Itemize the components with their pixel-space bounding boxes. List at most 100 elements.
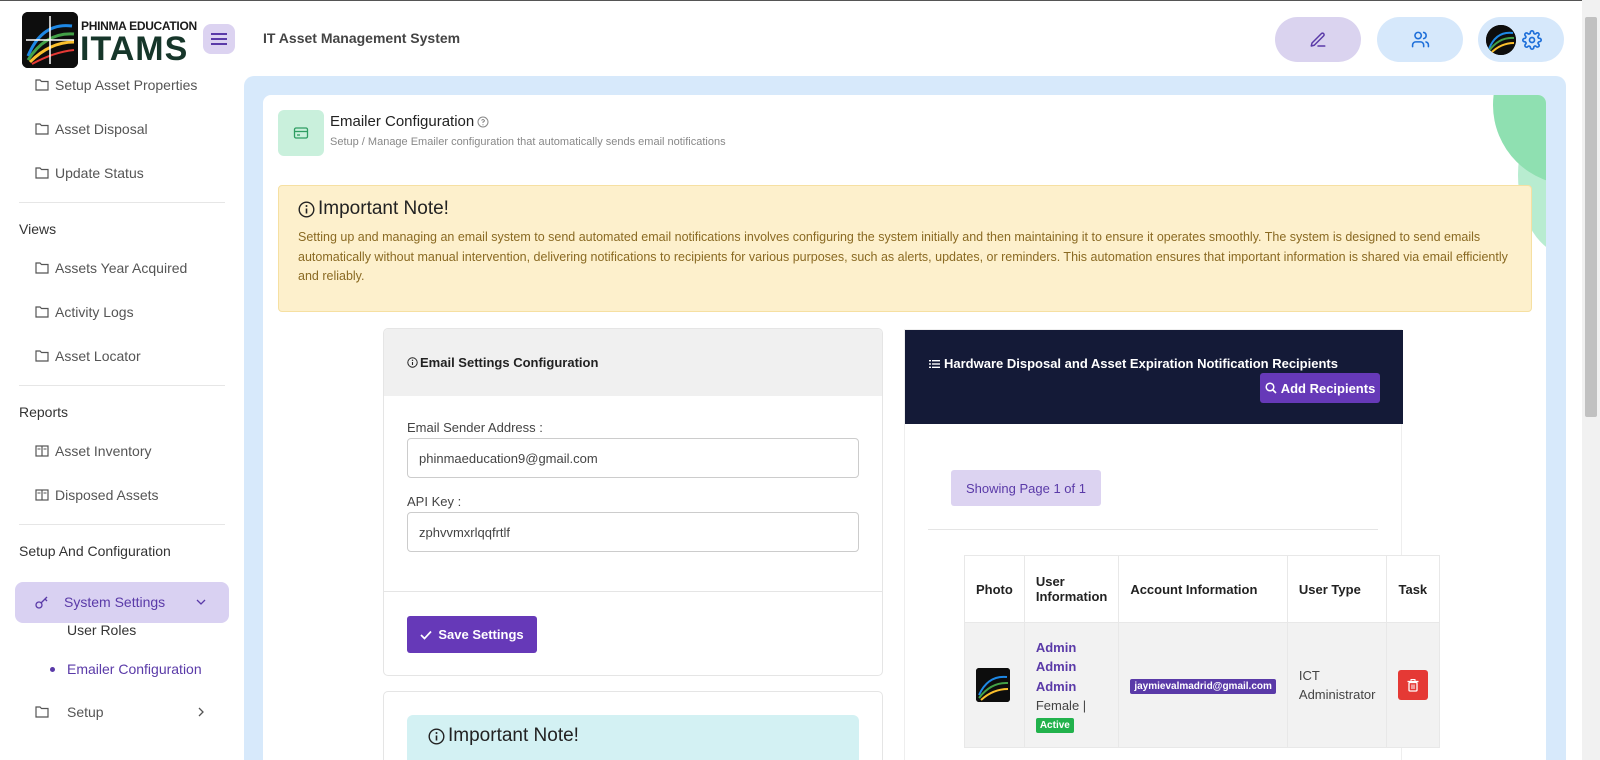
sidebar-item-activity-logs[interactable]: Activity Logs [35, 304, 134, 320]
sidebar-item-label: Activity Logs [55, 304, 134, 320]
sidebar-item-label: Asset Locator [55, 348, 141, 364]
book-icon [35, 445, 49, 457]
photo-cell [964, 622, 1025, 748]
task-cell [1386, 622, 1441, 748]
column-header-task: Task [1386, 555, 1441, 623]
sidebar-item-label: Asset Inventory [55, 443, 152, 459]
table-header-row: Photo User Information Account Informati… [964, 555, 1441, 623]
note2-title: Important Note! [428, 725, 579, 747]
page-subtitle: Setup / Manage Emailer configuration tha… [330, 136, 726, 148]
sidebar-item-asset-inventory[interactable]: Asset Inventory [35, 443, 152, 459]
table-row: Admin Admin Admin Female | Active jaymie… [964, 622, 1441, 748]
recipients-title: Hardware Disposal and Asset Expiration N… [929, 356, 1338, 371]
help-icon[interactable] [477, 116, 489, 128]
card-divider [384, 591, 882, 592]
folder-icon [35, 350, 49, 362]
sidebar-item-setup-asset-properties[interactable]: Setup Asset Properties [35, 77, 197, 93]
page-info-badge: Showing Page 1 of 1 [951, 470, 1101, 506]
page-title-text: Emailer Configuration [330, 113, 475, 130]
add-recipients-label: Add Recipients [1280, 380, 1376, 396]
sidebar-item-label: Assets Year Acquired [55, 260, 188, 276]
folder-icon [35, 262, 49, 274]
search-icon [1265, 382, 1277, 394]
sidebar-heading-reports: Reports [19, 404, 69, 420]
folder-icon [35, 79, 49, 91]
sidebar-item-assets-year-acquired[interactable]: Assets Year Acquired [35, 260, 187, 276]
chevron-down-icon [196, 599, 206, 605]
edit-button[interactable] [1275, 17, 1361, 62]
menu-toggle-button[interactable] [203, 24, 235, 54]
credit-card-icon [293, 127, 309, 139]
recipients-table: Photo User Information Account Informati… [964, 555, 1441, 748]
folder-icon [35, 167, 49, 179]
recipients-header: Hardware Disposal and Asset Expiration N… [905, 330, 1403, 424]
info-icon [298, 200, 315, 218]
users-button[interactable] [1377, 17, 1463, 62]
trash-icon [1407, 678, 1419, 692]
book-icon [35, 489, 49, 501]
app-logo[interactable]: PHINMA EDUCATION ITAMS [22, 12, 197, 68]
user-name-line[interactable]: Admin [1036, 677, 1107, 697]
page-icon [278, 110, 324, 156]
sender-address-label: Email Sender Address : [407, 420, 543, 435]
column-header-photo: Photo [964, 555, 1025, 623]
save-settings-label: Save Settings [438, 627, 524, 642]
add-recipients-button[interactable]: Add Recipients [1260, 373, 1380, 403]
api-key-label: API Key : [407, 494, 462, 509]
hamburger-icon [211, 33, 227, 45]
account-information-cell: jaymievalmadrid@gmail.com [1118, 622, 1288, 748]
info-icon [428, 727, 445, 745]
column-header-account-information: Account Information [1118, 555, 1288, 623]
email-badge: jaymievalmadrid@gmail.com [1130, 678, 1276, 694]
sidebar-divider [19, 524, 225, 525]
sidebar-subitem-emailer-configuration[interactable]: Emailer Configuration [67, 661, 202, 677]
user-type-text: ICT Administrator [1298, 667, 1376, 703]
logo-main-text: ITAMS [80, 30, 189, 68]
user-type-cell: ICT Administrator [1286, 622, 1388, 748]
user-information-cell: Admin Admin Admin Female | Active [1023, 622, 1120, 748]
sidebar-item-asset-locator[interactable]: Asset Locator [35, 348, 141, 364]
sidebar-item-label: System Settings [64, 594, 166, 610]
sidebar: Setup Asset Properties Asset Disposal Up… [0, 76, 240, 760]
sender-address-input[interactable] [407, 438, 859, 478]
sidebar-subitem-user-roles[interactable]: User Roles [67, 622, 136, 638]
note-title: Important Note! [298, 198, 449, 220]
edit-icon [1310, 31, 1326, 47]
save-settings-button[interactable]: Save Settings [407, 616, 537, 653]
email-settings-card: Email Settings Configuration Email Sende… [383, 328, 883, 676]
profile-settings-button[interactable] [1478, 17, 1564, 62]
email-settings-title: Email Settings Configuration [407, 355, 598, 370]
sidebar-item-label: Update Status [55, 165, 144, 181]
api-key-input[interactable] [407, 512, 859, 552]
note-text: Setting up and managing an email system … [298, 230, 1508, 283]
important-note-2: Important Note! [407, 715, 859, 760]
note-title-text: Important Note! [318, 198, 449, 219]
card-divider [928, 529, 1378, 530]
sidebar-item-system-settings[interactable]: System Settings [15, 582, 229, 623]
sidebar-item-label: Setup [67, 704, 104, 720]
scrollbar-thumb[interactable] [1585, 17, 1597, 417]
sidebar-item-setup[interactable]: Setup [35, 704, 205, 720]
sidebar-divider [19, 385, 225, 386]
delete-recipient-button[interactable] [1398, 670, 1429, 700]
list-icon [929, 359, 940, 368]
top-header: PHINMA EDUCATION ITAMS IT Asset Manageme… [0, 1, 1580, 76]
email-settings-header: Email Settings Configuration [384, 329, 882, 396]
user-gender: Female | [1035, 698, 1087, 713]
avatar [1486, 24, 1516, 55]
column-header-user-information: User Information [1023, 555, 1120, 623]
sidebar-item-label: Asset Disposal [55, 121, 148, 137]
folder-icon [35, 306, 49, 318]
page-title: Emailer Configuration [330, 113, 489, 130]
sidebar-item-update-status[interactable]: Update Status [35, 165, 144, 181]
email-settings-title-text: Email Settings Configuration [420, 355, 599, 370]
user-name-line[interactable]: Admin [1036, 657, 1107, 677]
scrollbar[interactable] [1582, 0, 1600, 760]
folder-icon [35, 123, 49, 135]
user-photo [976, 668, 1010, 702]
gear-icon [1522, 29, 1542, 50]
sidebar-item-asset-disposal[interactable]: Asset Disposal [35, 121, 148, 137]
user-name-line[interactable]: Admin [1036, 638, 1107, 658]
sidebar-item-label: Setup Asset Properties [55, 77, 198, 93]
sidebar-item-disposed-assets[interactable]: Disposed Assets [35, 487, 159, 503]
